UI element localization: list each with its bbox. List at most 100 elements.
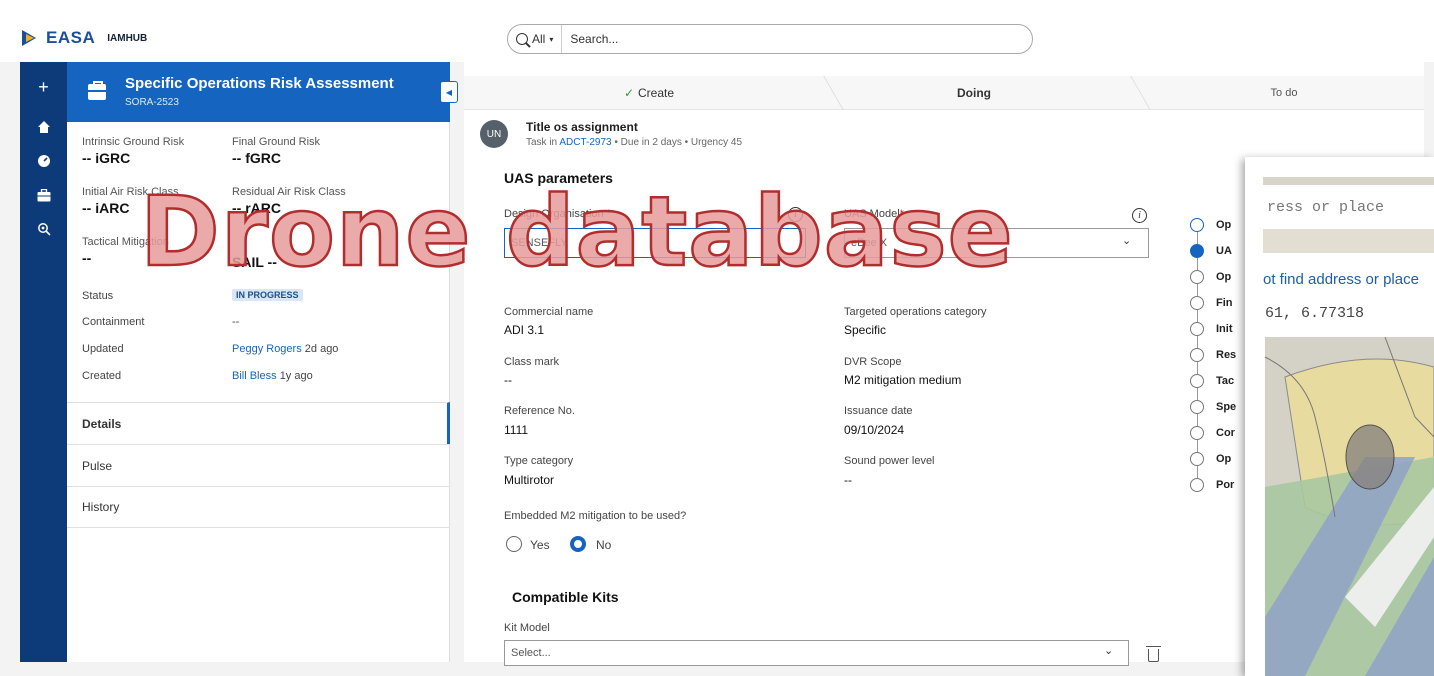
commercial-name-value: ADI 3.1 [504, 323, 545, 337]
info-icon[interactable]: i [1132, 208, 1147, 223]
igr-label: Intrinsic Ground Risk [82, 136, 185, 148]
step-dot-icon [1190, 322, 1204, 336]
vstep-item[interactable]: Op [1190, 218, 1238, 232]
status-badge: IN PROGRESS [232, 289, 303, 301]
igr-value: -- iGRC [82, 150, 131, 166]
targeted-ops-label: Targeted operations category [844, 306, 987, 318]
tab-details[interactable]: Details [67, 402, 450, 444]
sound-power-value: -- [844, 473, 852, 487]
trash-icon[interactable] [1146, 646, 1161, 662]
created-user-link[interactable]: Bill Bless [232, 370, 277, 382]
vstep-label: Op [1216, 453, 1232, 465]
updated-label: Updated [82, 343, 124, 355]
step-dot-icon [1190, 270, 1204, 284]
vstep-label: Cor [1216, 427, 1235, 439]
updated-value: Peggy Rogers 2d ago [232, 343, 338, 355]
map-address-input[interactable]: ress or place [1267, 199, 1384, 216]
home-icon[interactable] [20, 114, 67, 140]
vstep-label: Op [1216, 219, 1232, 231]
vstep-label: Spe [1216, 401, 1237, 413]
class-mark-value: -- [504, 373, 512, 387]
step-create[interactable]: ✓ Create [464, 76, 834, 110]
radio-yes[interactable] [506, 536, 522, 552]
chevron-down-icon: ⌄ [1122, 235, 1132, 247]
issuance-date-label: Issuance date [844, 405, 913, 417]
vstep-item[interactable]: Op [1190, 452, 1238, 466]
map-overlay[interactable]: ress or place ot find address or place 6… [1245, 157, 1434, 676]
vstep-item[interactable]: Res [1190, 348, 1238, 362]
vstep-item[interactable]: Init [1190, 322, 1238, 336]
vstep-label: Tac [1216, 375, 1235, 387]
collapse-panel-button[interactable]: ◀ [440, 81, 458, 103]
step-connector [1197, 388, 1198, 400]
vstep-label: UA [1216, 245, 1232, 257]
vstep-item[interactable]: Cor [1190, 426, 1238, 440]
step-dot-icon [1190, 426, 1204, 440]
chevron-down-icon: ⌄ [1104, 645, 1114, 657]
assignment-task-link[interactable]: ADCT-2973 [559, 137, 611, 148]
check-icon: ✓ [623, 86, 635, 100]
record-id: SORA-2523 [125, 97, 179, 108]
assignment-title: Title os assignment [526, 120, 638, 134]
easa-logo-icon [22, 30, 40, 46]
step-dot-icon [1190, 478, 1204, 492]
vstep-item[interactable]: UA [1190, 244, 1238, 258]
updated-user-link[interactable]: Peggy Rogers [232, 343, 302, 355]
top-bar: EASA IAMHUB All ▾ [0, 0, 1434, 62]
search-scope-dropdown[interactable]: All ▾ [508, 25, 563, 53]
dvr-scope-label: DVR Scope [844, 356, 902, 368]
vstep-item[interactable]: Fin [1190, 296, 1238, 310]
step-dot-icon [1190, 244, 1204, 258]
easa-logo[interactable]: EASA IAMHUB [22, 28, 147, 48]
igr-field: Intrinsic Ground Risk -- iGRC [82, 136, 184, 166]
dvr-scope-value: M2 mitigation medium [844, 373, 962, 387]
dashboard-icon[interactable] [20, 148, 67, 174]
map-not-found-message: ot find address or place [1263, 271, 1419, 288]
avatar: UN [480, 120, 508, 148]
plus-icon[interactable]: + [20, 74, 67, 100]
assignment-sub-suffix: • Due in 2 days • Urgency 45 [614, 137, 743, 148]
vstep-label: Op [1216, 271, 1232, 283]
class-mark-label: Class mark [504, 356, 560, 368]
record-panel: Specific Operations Risk Assessment SORA… [67, 62, 450, 662]
step-dot-icon [1190, 218, 1204, 232]
containment-value: -- [232, 316, 240, 328]
step-todo[interactable]: To do [1144, 76, 1424, 110]
tab-pulse[interactable]: Pulse [67, 444, 450, 486]
step-connector [1197, 284, 1198, 296]
step-connector [1197, 466, 1198, 478]
vstep-item[interactable]: Tac [1190, 374, 1238, 388]
assignment-sub-prefix: Task in [526, 137, 558, 148]
radio-no[interactable] [570, 536, 586, 552]
tab-history[interactable]: History [67, 486, 450, 528]
left-nav: + [20, 62, 67, 662]
watermark-title: Drone database [139, 175, 1014, 290]
fgr-label: Final Ground Risk [232, 136, 321, 148]
step-connector [1197, 336, 1198, 348]
record-title: Specific Operations Risk Assessment [125, 75, 394, 92]
step-connector [1197, 414, 1198, 426]
vstep-label: Por [1216, 479, 1235, 491]
map-coordinates: 61, 6.77318 [1265, 305, 1365, 322]
search-settings-icon[interactable] [20, 216, 67, 242]
briefcase-icon[interactable] [20, 182, 67, 208]
vstep-label: Fin [1216, 297, 1233, 309]
step-doing[interactable]: Doing [834, 76, 1114, 110]
vstep-item[interactable]: Op [1190, 270, 1238, 284]
step-dot-icon [1190, 374, 1204, 388]
step-dot-icon [1190, 452, 1204, 466]
kit-model-select[interactable]: Select... [504, 640, 1129, 666]
step-dot-icon [1190, 400, 1204, 414]
map-canvas[interactable] [1245, 157, 1434, 676]
radio-yes-label: Yes [530, 538, 550, 552]
search-input[interactable] [562, 32, 983, 46]
search-icon [516, 33, 528, 45]
vstep-item[interactable]: Spe [1190, 400, 1238, 414]
reference-no-value: 1111 [504, 423, 529, 437]
vstep-label: Init [1216, 323, 1233, 335]
vstep-item[interactable]: Por [1190, 478, 1238, 492]
search-scope-label: All [532, 32, 546, 46]
sound-power-label: Sound power level [844, 455, 935, 467]
section-navigator: Op UA Op Fin Init Res Tac Spe Cor Op Por [1190, 218, 1250, 498]
step-connector [1197, 258, 1198, 270]
